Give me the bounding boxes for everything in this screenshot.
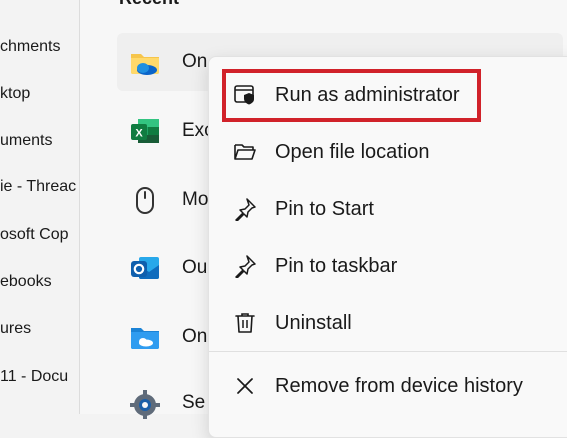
menu-item-pin-to-taskbar[interactable]: Pin to taskbar: [213, 244, 567, 288]
recent-section-title: Recent: [119, 0, 179, 9]
menu-item-label: Open file location: [275, 141, 430, 163]
menu-item-pin-to-start[interactable]: Pin to Start: [213, 187, 567, 231]
nav-item-desktop[interactable]: ktop: [0, 85, 30, 103]
recent-app-label: On: [182, 326, 208, 347]
nav-item-copilot[interactable]: osoft Cop: [0, 226, 68, 244]
menu-item-open-file-location[interactable]: Open file location: [213, 130, 567, 174]
trash-icon: [235, 313, 255, 333]
nav-item-thread[interactable]: ie - Threac: [0, 178, 76, 196]
nav-item-document[interactable]: 11 - Docu: [0, 368, 68, 386]
onedrive-folder-icon: [131, 328, 159, 349]
menu-item-label: Pin to Start: [275, 198, 374, 220]
outlook-icon: [131, 257, 159, 279]
svg-text:X: X: [135, 128, 143, 140]
nav-item-documents[interactable]: uments: [0, 132, 52, 150]
menu-item-label: Remove from device history: [275, 375, 523, 397]
left-navigation-pane: chments ktop uments ie - Threac osoft Co…: [0, 0, 80, 414]
menu-item-uninstall[interactable]: Uninstall: [213, 301, 567, 345]
recent-app-label: On: [182, 51, 208, 72]
recent-app-label: Ou: [182, 257, 208, 278]
recent-app-label: Mo: [182, 189, 209, 210]
folder-open-icon: [234, 144, 256, 160]
close-icon: [237, 378, 253, 394]
mouse-icon: [136, 187, 154, 214]
nav-item-notebooks[interactable]: ebooks: [0, 273, 52, 291]
pin-icon: [235, 255, 256, 278]
menu-item-remove-from-device-history[interactable]: Remove from device history: [213, 364, 567, 408]
settings-gear-icon: [130, 390, 160, 419]
menu-item-label: Uninstall: [275, 312, 352, 334]
excel-icon: X: [131, 119, 159, 143]
menu-separator: [209, 351, 567, 352]
menu-item-label: Pin to taskbar: [275, 255, 398, 277]
nav-item-pictures[interactable]: ures: [0, 320, 31, 338]
annotation-highlight-box: [222, 69, 481, 122]
nav-item-attachments[interactable]: chments: [0, 38, 60, 56]
onedrive-folder-icon: [131, 54, 159, 75]
recent-app-label: Se: [182, 392, 206, 413]
pin-icon: [235, 198, 256, 221]
